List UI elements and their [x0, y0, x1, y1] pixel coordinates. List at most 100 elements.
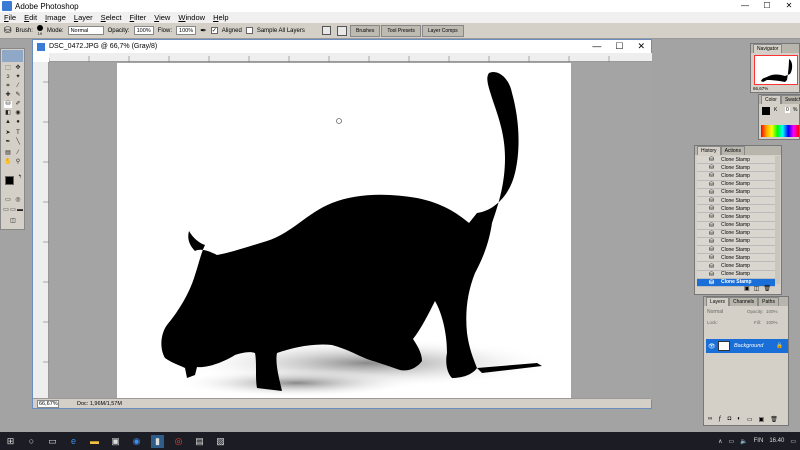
- layer-fill-value[interactable]: 100%: [766, 320, 778, 325]
- doc-minimize-button[interactable]: —: [592, 40, 601, 53]
- menu-item-filter[interactable]: Filter: [126, 13, 151, 22]
- paint-bucket-icon[interactable]: ◉: [14, 110, 22, 117]
- history-tab[interactable]: History: [697, 146, 721, 155]
- slice-tool-icon[interactable]: ⁄: [14, 83, 22, 90]
- layer-mask-icon[interactable]: ◘: [728, 416, 732, 423]
- screen-mode-full-icon[interactable]: ▬: [17, 207, 23, 214]
- chrome-icon[interactable]: ◎: [172, 435, 185, 448]
- volume-icon[interactable]: 🔈: [740, 438, 747, 445]
- history-row[interactable]: ⛁ Clone Stamp: [697, 180, 775, 189]
- history-row[interactable]: ⛁ Clone Stamp: [697, 262, 775, 271]
- crop-tool-icon[interactable]: ⌗: [4, 83, 12, 90]
- layer-opacity-value[interactable]: 100%: [766, 309, 778, 314]
- screen-mode-full-menu-icon[interactable]: ▭: [10, 207, 16, 214]
- start-icon[interactable]: ⊞: [4, 435, 17, 448]
- menu-item-help[interactable]: Help: [209, 13, 232, 22]
- notifications-icon[interactable]: ▭: [790, 438, 796, 445]
- aligned-checkbox[interactable]: ✓: [210, 27, 218, 34]
- hand-tool-icon[interactable]: ✋: [4, 159, 12, 166]
- file-browser-icon[interactable]: [322, 26, 331, 35]
- store-icon[interactable]: ▣: [109, 435, 122, 448]
- eraser-tool-icon[interactable]: ◧: [4, 110, 12, 117]
- photos-icon[interactable]: ▨: [214, 435, 227, 448]
- menu-item-view[interactable]: View: [150, 13, 174, 22]
- history-row[interactable]: ⛁ Clone Stamp: [697, 156, 775, 165]
- move-tool-icon[interactable]: ✥: [14, 65, 22, 72]
- history-row[interactable]: ⛁ Clone Stamp: [697, 270, 775, 279]
- canvas-area[interactable]: [49, 62, 652, 400]
- standard-mode-icon[interactable]: ▭: [4, 197, 12, 204]
- palette-toggle-icon[interactable]: [337, 26, 347, 36]
- edge-icon[interactable]: e: [67, 435, 80, 448]
- network-icon[interactable]: ▭: [728, 438, 734, 445]
- foreground-color-swatch[interactable]: [5, 176, 14, 185]
- task-view-icon[interactable]: ▭: [46, 435, 59, 448]
- adjustment-layer-icon[interactable]: ◐: [737, 416, 741, 423]
- palette-well-brushes[interactable]: Brushes: [350, 25, 381, 37]
- history-row[interactable]: ⛁ Clone Stamp: [697, 213, 775, 222]
- notes-tool-icon[interactable]: ▤: [4, 150, 12, 157]
- actions-tab[interactable]: Actions: [720, 146, 745, 155]
- navigator-thumbnail[interactable]: [754, 55, 798, 85]
- color-spectrum-bar[interactable]: [761, 125, 799, 137]
- shape-tool-icon[interactable]: ╲: [14, 139, 22, 146]
- magic-wand-tool-icon[interactable]: ✦: [14, 74, 22, 81]
- menu-item-image[interactable]: Image: [41, 13, 70, 22]
- doc-close-button[interactable]: ✕: [637, 40, 645, 53]
- history-row[interactable]: ⛁ Clone Stamp: [697, 221, 775, 230]
- mode-select[interactable]: Normal: [67, 26, 104, 35]
- channels-tab[interactable]: Channels: [729, 297, 759, 306]
- healing-brush-icon[interactable]: ✚: [4, 92, 12, 99]
- palette-well-tool-presets[interactable]: Tool Presets: [381, 25, 421, 37]
- blur-tool-icon[interactable]: ▲: [4, 119, 12, 126]
- layer-visibility-eye-icon[interactable]: 👁: [708, 343, 716, 350]
- sample-all-layers-checkbox[interactable]: [245, 27, 253, 34]
- tray-expand-icon[interactable]: ∧: [718, 438, 722, 445]
- history-row[interactable]: ⛁ Clone Stamp: [697, 237, 775, 247]
- opacity-field[interactable]: 100%: [133, 26, 154, 35]
- paths-tab[interactable]: Paths: [758, 297, 779, 306]
- layers-tab[interactable]: Layers: [706, 297, 730, 306]
- clone-stamp-tool-icon[interactable]: ⛁: [4, 25, 12, 36]
- settings-icon[interactable]: ▤: [193, 435, 206, 448]
- history-row[interactable]: ⛁ Clone Stamp: [697, 164, 775, 173]
- new-layer-icon[interactable]: ▣: [759, 416, 765, 423]
- app-icon[interactable]: ◉: [130, 435, 143, 448]
- minimize-button[interactable]: —: [734, 0, 756, 12]
- history-scrollbar[interactable]: [775, 156, 780, 284]
- new-group-icon[interactable]: ▭: [747, 416, 753, 423]
- history-row[interactable]: ⛁ Clone Stamp: [697, 246, 775, 255]
- screen-mode-standard-icon[interactable]: ▭: [3, 207, 9, 214]
- history-snapshot-icon[interactable]: ◫: [754, 285, 760, 292]
- color-foreground-swatch[interactable]: [762, 107, 770, 115]
- menu-item-window[interactable]: Window: [174, 13, 209, 22]
- swap-colors-icon[interactable]: ↰: [16, 174, 24, 181]
- navigator-tab[interactable]: Navigator: [753, 44, 783, 53]
- clock[interactable]: 16.40: [769, 438, 784, 444]
- history-row[interactable]: ⛁ Clone Stamp: [697, 172, 775, 181]
- jump-to-imageready-icon[interactable]: ◫: [9, 218, 17, 225]
- marquee-tool-icon[interactable]: ⬚: [4, 65, 12, 72]
- brush-preview[interactable]: 19: [36, 25, 43, 36]
- history-delete-icon[interactable]: 🗑: [763, 285, 771, 292]
- history-new-document-icon[interactable]: ▣: [744, 285, 750, 292]
- layer-blend-mode[interactable]: Normal: [707, 309, 723, 315]
- layer-row-background[interactable]: 👁 Background 🔒: [706, 339, 788, 353]
- history-row[interactable]: ⛁ Clone Stamp: [697, 205, 775, 214]
- dodge-tool-icon[interactable]: ●: [14, 119, 22, 126]
- flow-field[interactable]: 100%: [176, 26, 197, 35]
- menu-item-select[interactable]: Select: [97, 13, 126, 22]
- clone-stamp-icon[interactable]: ⛁: [4, 101, 12, 108]
- menu-item-edit[interactable]: Edit: [20, 13, 41, 22]
- doc-maximize-button[interactable]: ☐: [615, 40, 623, 53]
- search-icon[interactable]: ○: [25, 435, 38, 448]
- type-tool-icon[interactable]: T: [14, 130, 22, 137]
- language-indicator[interactable]: FIN: [754, 438, 764, 444]
- brush-tool-icon[interactable]: ✎: [14, 92, 22, 99]
- swatches-tab[interactable]: Swatches: [780, 95, 800, 104]
- zoom-level-field[interactable]: 66,67%: [37, 399, 59, 408]
- palette-well-layer-comps[interactable]: Layer Comps: [421, 25, 464, 37]
- photoshop-taskbar-icon[interactable]: ▮: [151, 434, 164, 448]
- history-row[interactable]: ⛁ Clone Stamp: [697, 229, 775, 238]
- maximize-button[interactable]: ☐: [756, 0, 778, 12]
